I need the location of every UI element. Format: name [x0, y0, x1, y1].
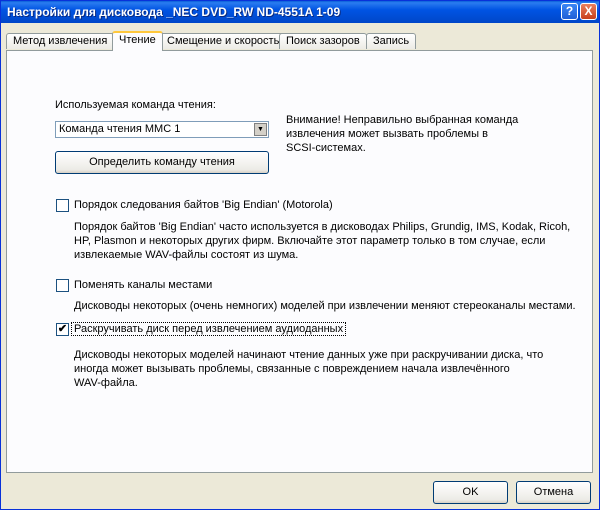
big-endian-checkbox[interactable] — [56, 199, 69, 212]
description-line: Дисководы некоторых моделей начинают чте… — [74, 349, 544, 361]
close-button[interactable]: X — [580, 3, 597, 20]
spin-up-checkbox[interactable]: ✔ — [56, 323, 69, 336]
description-line: Дисководы некоторых (очень немногих) мод… — [74, 300, 576, 312]
read-command-value: Команда чтения MMC 1 — [59, 123, 181, 135]
warning-line: извлечения может вызвать проблемы в — [286, 128, 488, 140]
warning-line: SCSI-системах. — [286, 142, 366, 154]
help-button[interactable]: ? — [561, 3, 578, 20]
detect-read-command-button[interactable]: Определить команду чтения — [55, 151, 269, 174]
spin-up-description: Дисководы некоторых моделей начинают чте… — [74, 348, 543, 390]
swap-channels-checkbox[interactable] — [56, 279, 69, 292]
cancel-button[interactable]: Отмена — [516, 481, 591, 504]
description-line: WAV-файла. — [74, 377, 138, 389]
ok-button[interactable]: OK — [433, 481, 508, 504]
tab-reading[interactable]: Чтение — [112, 31, 163, 51]
warning-line: Внимание! Неправильно выбранная команда — [286, 114, 519, 126]
big-endian-description: Порядок байтов 'Big Endian' часто исполь… — [74, 220, 570, 262]
read-command-select[interactable]: Команда чтения MMC 1 ▼ — [55, 121, 269, 138]
window-title: Настройки для дисковода _NEC DVD_RW ND-4… — [7, 5, 341, 19]
tab-writing[interactable]: Запись — [366, 33, 417, 49]
checkmark-icon: ✔ — [57, 323, 68, 335]
tab-offset-speed[interactable]: Смещение и скорость — [160, 33, 287, 49]
spin-up-label[interactable]: Раскручивать диск перед извлечением ауди… — [71, 322, 347, 336]
description-line: иногда может вызывать проблемы, связанны… — [74, 363, 510, 375]
read-command-label: Используемая команда чтения: — [55, 99, 216, 111]
tab-gap-detection[interactable]: Поиск зазоров — [279, 33, 367, 49]
description-line: извлекаемые WAV-файлы состоят из шума. — [74, 249, 299, 261]
swap-channels-description: Дисководы некоторых (очень немногих) мод… — [74, 299, 576, 313]
description-line: Порядок байтов 'Big Endian' часто исполь… — [74, 221, 571, 233]
read-command-warning: Внимание! Неправильно выбранная команда … — [286, 113, 518, 155]
swap-channels-label[interactable]: Поменять каналы местами — [74, 279, 212, 291]
big-endian-label[interactable]: Порядок следования байтов 'Big Endian' (… — [74, 199, 333, 211]
settings-dialog: Настройки для дисковода _NEC DVD_RW ND-4… — [0, 0, 600, 510]
title-bar[interactable]: Настройки для дисковода _NEC DVD_RW ND-4… — [1, 1, 599, 23]
tab-extraction-method[interactable]: Метод извлечения — [6, 33, 115, 49]
chevron-down-icon[interactable]: ▼ — [254, 123, 267, 136]
description-line: HP, Plasmon и некоторых других фирм. Вкл… — [74, 235, 546, 247]
